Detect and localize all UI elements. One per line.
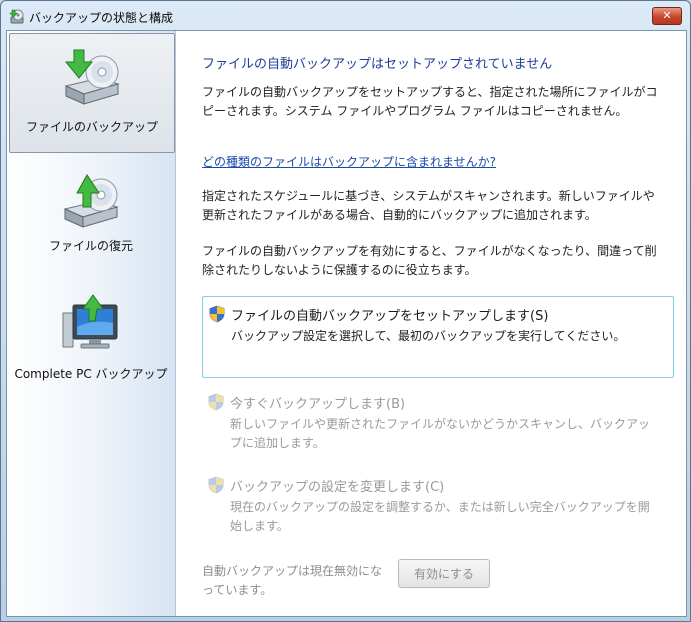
backup-app-icon [9, 9, 24, 24]
sidebar-item-label: ファイルの復元 [48, 239, 133, 253]
complete-pc-backup-icon [62, 294, 118, 349]
task-description: 新しいファイルや更新されたファイルがないかどうかスキャンし、バックアップに追加し… [230, 417, 651, 450]
excluded-files-link[interactable]: どの種類のファイルはバックアップに含まれませんか? [202, 153, 496, 170]
backup-status-text: 自動バックアップは現在無効になっています。 [202, 564, 383, 597]
uac-shield-icon [208, 476, 224, 494]
protect-text: ファイルの自動バックアップを有効にすると、ファイルがなくなったり、間違って削除さ… [202, 244, 657, 277]
task-description: バックアップ設定を選択して、最初のバックアップを実行してください。 [231, 329, 626, 343]
client-area: ファイルのバックアップ ファイルの復元 Complete PC バックアップ フ… [6, 30, 687, 617]
task-title: 今すぐバックアップします(B) [230, 397, 406, 412]
change-backup-settings-task: バックアップの設定を変更します(C) 現在のバックアップの設定を調整するか、また… [202, 468, 672, 534]
task-description: 現在のバックアップの設定を調整するか、または新しい完全バックアップを開始します。 [230, 500, 650, 533]
intro-text: ファイルの自動バックアップをセットアップすると、指定された場所にファイルがコピー… [202, 85, 658, 118]
backup-files-icon [64, 49, 120, 105]
schedule-text: 指定されたスケジュールに基づき、システムがスキャンされます。新しいファイルや更新… [202, 189, 655, 222]
close-button[interactable]: ✕ [652, 7, 682, 25]
uac-shield-icon [208, 393, 224, 411]
setup-auto-backup-task[interactable]: ファイルの自動バックアップをセットアップします(S) バックアップ設定を選択して… [202, 296, 674, 378]
task-title: バックアップの設定を変更します(C) [230, 480, 445, 495]
backup-window: バックアップの状態と構成 ✕ ファイルのバックアップ ファイルの復元 Compl… [0, 0, 691, 622]
enable-button[interactable]: 有効にする [398, 559, 490, 588]
backup-now-task: 今すぐバックアップします(B) 新しいファイルや更新されたファイルがないかどうか… [202, 385, 672, 451]
sidebar-item-restore-files[interactable]: ファイルの復元 [9, 171, 173, 261]
restore-files-icon [63, 174, 119, 228]
task-title: ファイルの自動バックアップをセットアップします(S) [231, 309, 549, 324]
sidebar-item-label: ファイルのバックアップ [25, 120, 158, 134]
sidebar-item-label: Complete PC バックアップ [14, 367, 168, 381]
sidebar: ファイルのバックアップ ファイルの復元 Complete PC バックアップ [7, 31, 176, 616]
uac-shield-icon [209, 305, 225, 323]
sidebar-item-file-backup[interactable]: ファイルのバックアップ [9, 33, 175, 153]
page-heading: ファイルの自動バックアップはセットアップされていません [202, 57, 553, 72]
window-title: バックアップの状態と構成 [29, 11, 174, 25]
main-content: ファイルの自動バックアップはセットアップされていません ファイルの自動バックアッ… [176, 31, 686, 616]
sidebar-item-complete-pc-backup[interactable]: Complete PC バックアップ [9, 293, 173, 383]
title-bar[interactable]: バックアップの状態と構成 ✕ [1, 1, 690, 31]
